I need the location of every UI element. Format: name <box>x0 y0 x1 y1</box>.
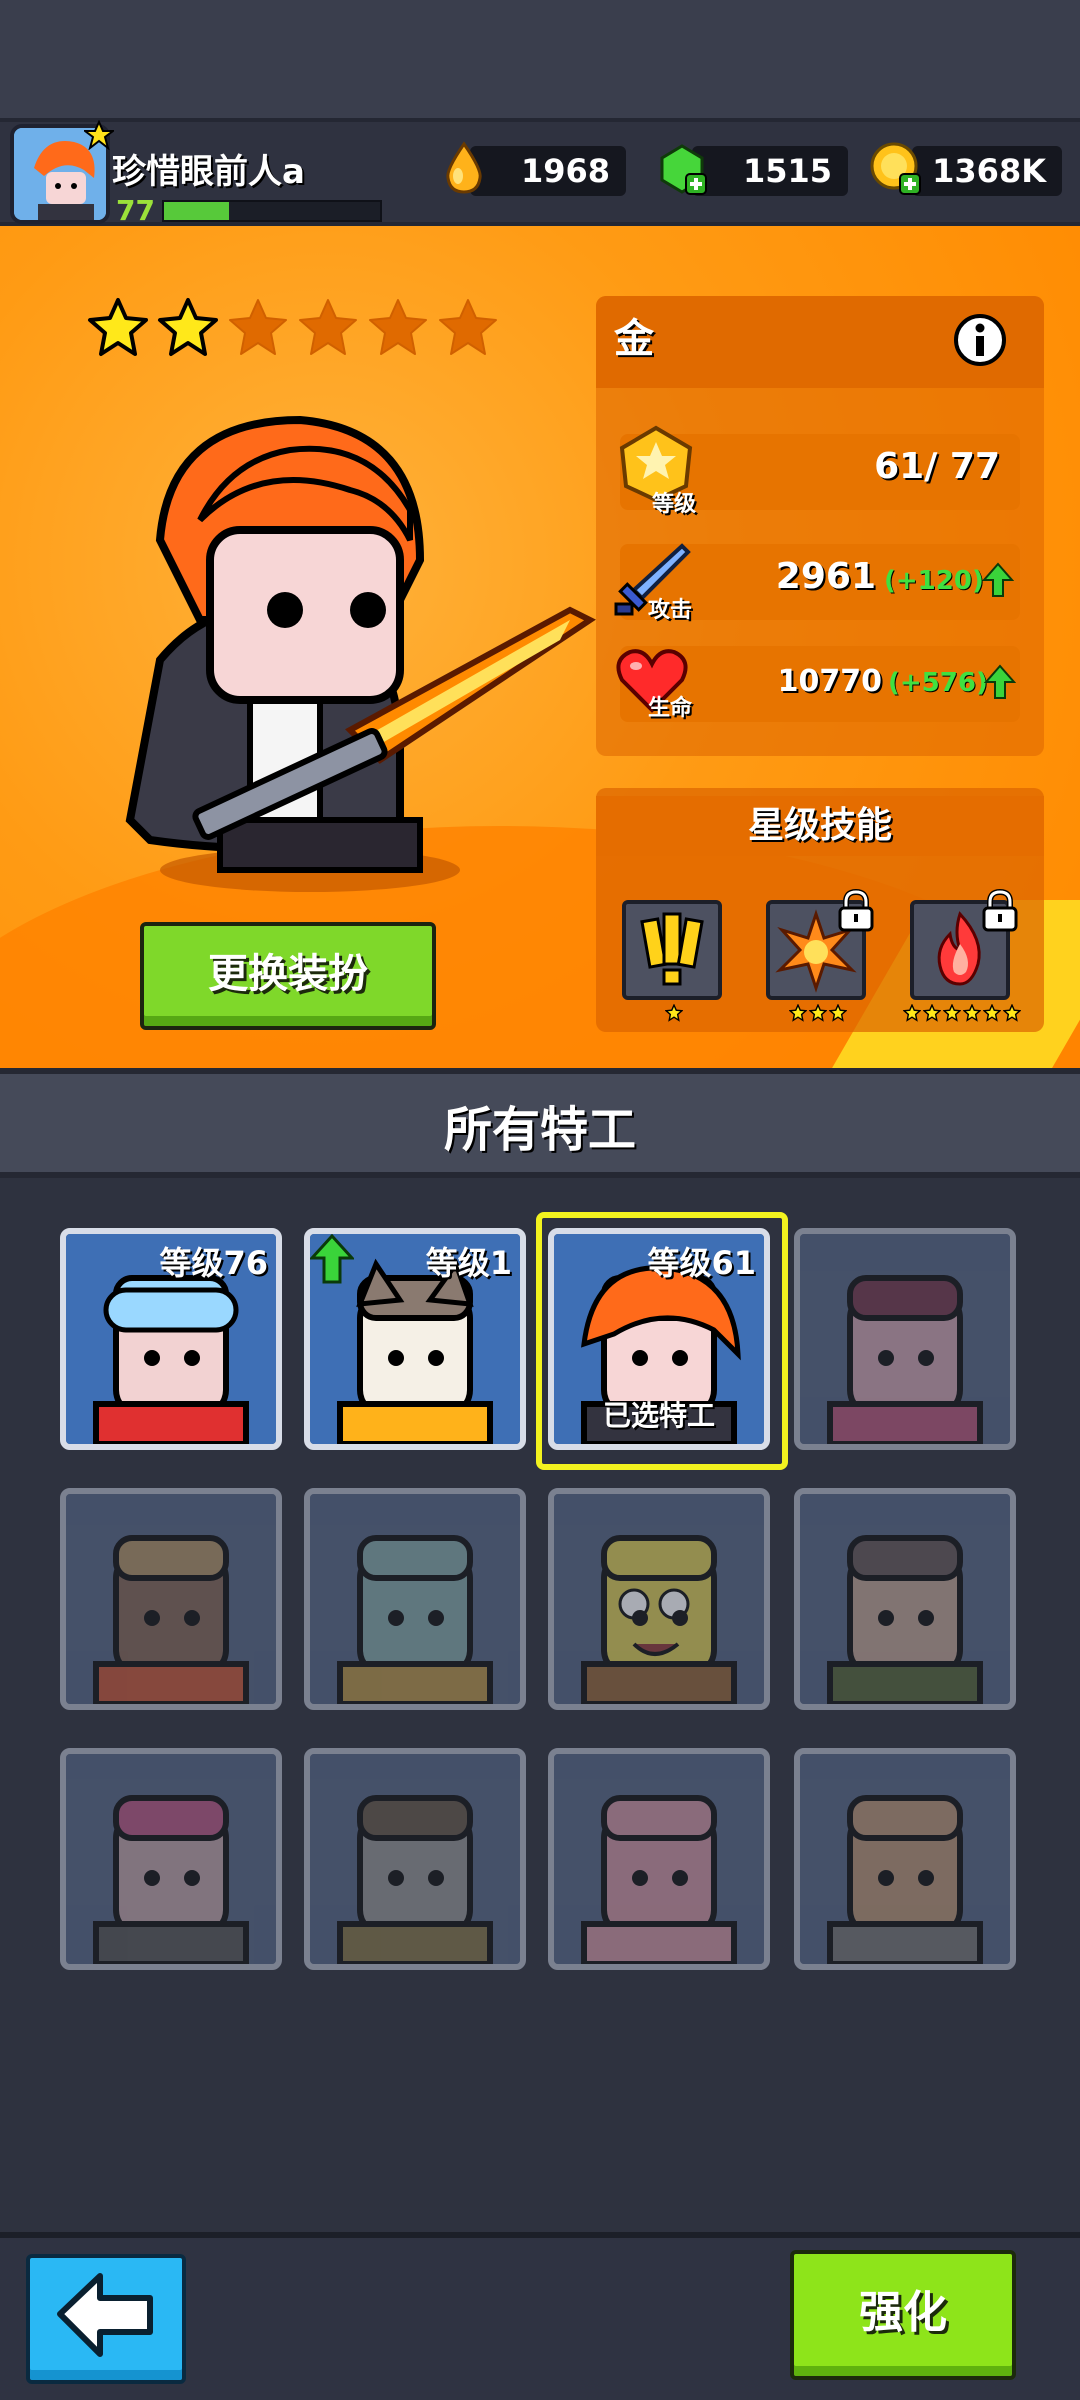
hp-up-arrow-icon <box>983 664 1017 700</box>
hero-hp-value: 10770 <box>777 664 882 699</box>
skill-star-icon <box>962 1003 982 1022</box>
info-icon[interactable] <box>952 312 1008 368</box>
agent-portrait-icon <box>310 1754 520 1964</box>
agent-card[interactable] <box>794 1748 1016 1970</box>
attack-up-arrow-icon <box>981 562 1015 598</box>
agent-portrait-icon <box>554 1494 764 1704</box>
upgrade-button[interactable]: 强化 <box>790 2250 1016 2380</box>
star-empty-icon <box>366 296 430 360</box>
agents-section-title: 所有特工 <box>443 1102 636 1158</box>
player-name: 珍惜眼前人a <box>112 152 305 192</box>
star-empty-icon <box>296 296 360 360</box>
skill-star-icon <box>808 1003 828 1022</box>
gold-coin-add-icon[interactable] <box>868 140 924 196</box>
agent-portrait-icon <box>800 1754 1010 1964</box>
green-gem-add-icon[interactable] <box>654 140 710 196</box>
agent-portrait-icon <box>310 1494 520 1704</box>
agent-card[interactable] <box>304 1488 526 1710</box>
oil-drop-icon <box>436 140 492 196</box>
selected-agent-highlight <box>536 1212 788 1470</box>
star-skills-title: 星级技能 <box>596 796 1044 856</box>
hero-level-value: 61/ 77 <box>874 446 1000 487</box>
agent-card[interactable]: 等级1 <box>304 1228 526 1450</box>
hero-attack-bonus: (+120) <box>884 566 984 596</box>
player-level: 77 <box>116 194 155 227</box>
stat-tag-hp: 生命 <box>648 696 693 721</box>
back-button[interactable] <box>26 2254 186 2384</box>
upgrade-available-arrow-icon <box>310 1234 356 1286</box>
change-skin-button[interactable]: 更换装扮 <box>140 922 436 1030</box>
agent-card[interactable] <box>794 1488 1016 1710</box>
skill-star-icon <box>942 1003 962 1022</box>
agent-portrait-icon <box>554 1754 764 1964</box>
gold-counter: 1368K <box>912 146 1062 196</box>
stat-tag-level: 等级 <box>652 492 697 517</box>
skill-star-icon <box>982 1003 1002 1022</box>
agent-card[interactable] <box>60 1488 282 1710</box>
agent-card[interactable] <box>60 1748 282 1970</box>
agent-portrait-icon <box>66 1494 276 1704</box>
back-arrow-icon <box>57 2273 153 2357</box>
alert-skill-icon <box>640 912 704 986</box>
skill-star-icon <box>664 1003 684 1022</box>
skill-slot-1[interactable] <box>622 900 722 1000</box>
gem-counter: 1515 <box>692 146 848 196</box>
top-background <box>0 0 1080 120</box>
xp-bar-fill <box>164 202 229 220</box>
xp-bar <box>162 200 382 222</box>
stat-tag-attack: 攻击 <box>648 598 693 623</box>
agent-portrait-icon <box>800 1234 1010 1444</box>
agent-card[interactable]: 等级76 <box>60 1228 282 1450</box>
hero-character-illustration <box>90 400 610 900</box>
skill-star-icon <box>922 1003 942 1022</box>
lock-icon <box>834 888 878 932</box>
hero-hp-bonus: (+576) <box>888 668 988 698</box>
agent-card[interactable] <box>304 1748 526 1970</box>
skill-star-icon <box>788 1003 808 1022</box>
star-filled-icon <box>86 296 150 360</box>
agent-portrait-icon <box>66 1754 276 1964</box>
lock-icon <box>978 888 1022 932</box>
avatar-star-icon <box>82 119 116 151</box>
skill-star-icon <box>828 1003 848 1022</box>
agent-portrait-icon <box>800 1494 1010 1704</box>
agent-level-label: 等级76 <box>159 1244 268 1282</box>
hero-attack-value: 2961 <box>775 556 876 597</box>
skill-star-icon <box>902 1003 922 1022</box>
agent-card[interactable] <box>548 1488 770 1710</box>
star-filled-icon <box>156 296 220 360</box>
star-empty-icon <box>436 296 500 360</box>
oil-counter: 1968 <box>470 146 626 196</box>
agent-level-label: 等级1 <box>425 1244 512 1282</box>
hero-grade-label: 金 <box>614 316 654 362</box>
star-empty-icon <box>226 296 290 360</box>
agent-card[interactable] <box>548 1748 770 1970</box>
agent-card[interactable] <box>794 1228 1016 1450</box>
skill-star-icon <box>1002 1003 1022 1022</box>
